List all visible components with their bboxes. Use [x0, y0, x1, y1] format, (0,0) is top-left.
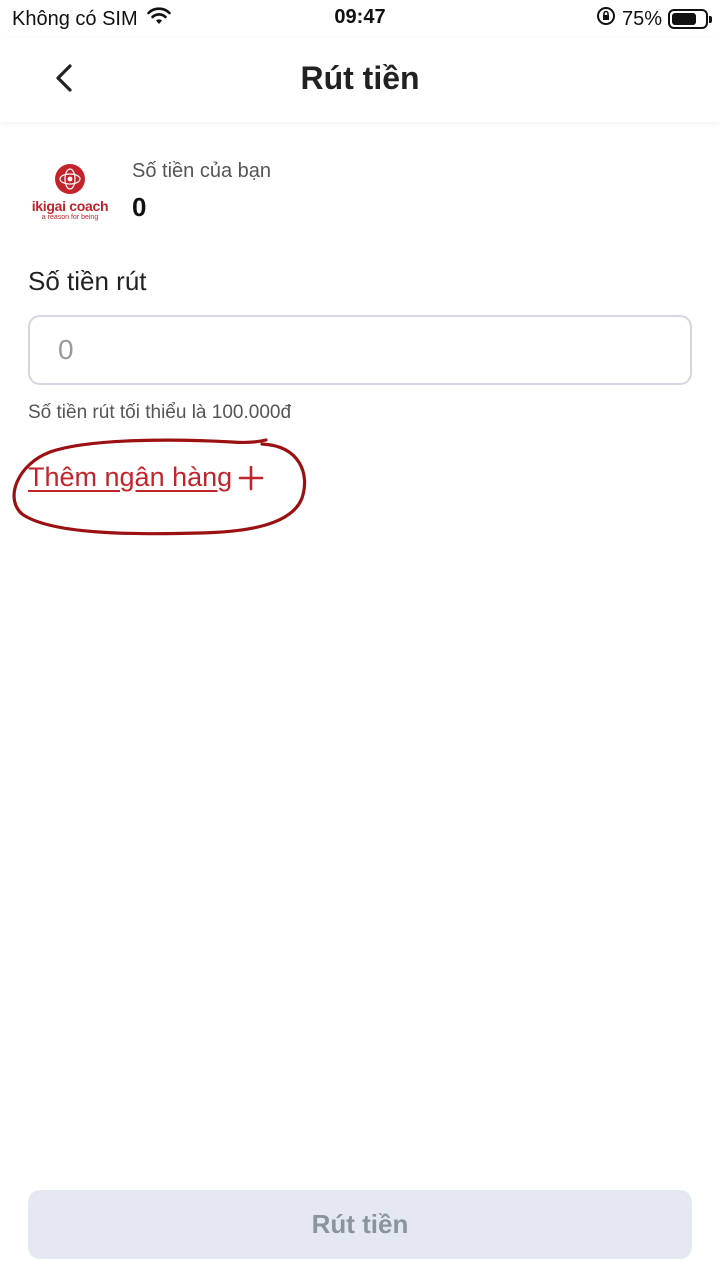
logo-mark-icon [55, 164, 85, 194]
nav-bar: Rút tiền [0, 38, 720, 122]
withdraw-amount-label: Số tiền rút [28, 266, 147, 296]
add-bank-link[interactable]: Thêm ngân hàng [28, 462, 264, 493]
balance-section: ikigai coach a reason for being Số tiền … [28, 156, 688, 226]
ikigai-logo: ikigai coach a reason for being [28, 160, 112, 224]
minimum-amount-hint: Số tiền rút tối thiểu là 100.000đ [28, 402, 292, 423]
plus-icon [238, 465, 264, 490]
battery-percent: 75% [621, 7, 662, 30]
status-bar: Không có SIM 09:47 75% [0, 0, 720, 38]
status-right: 75% [596, 6, 712, 32]
orientation-lock-icon [596, 6, 616, 32]
withdraw-amount-input[interactable] [28, 315, 692, 385]
logo-tagline: a reason for being [41, 214, 99, 221]
withdraw-submit-button[interactable]: Rút tiền [28, 1190, 692, 1259]
add-bank-label: Thêm ngân hàng [28, 462, 233, 492]
logo-text: ikigai coach [31, 198, 109, 214]
battery-icon [668, 9, 712, 29]
balance-value: 0 [132, 192, 147, 222]
balance-label: Số tiền của bạn [132, 160, 271, 182]
battery-level-fill [672, 13, 696, 25]
page-title: Rút tiền [300, 60, 420, 96]
